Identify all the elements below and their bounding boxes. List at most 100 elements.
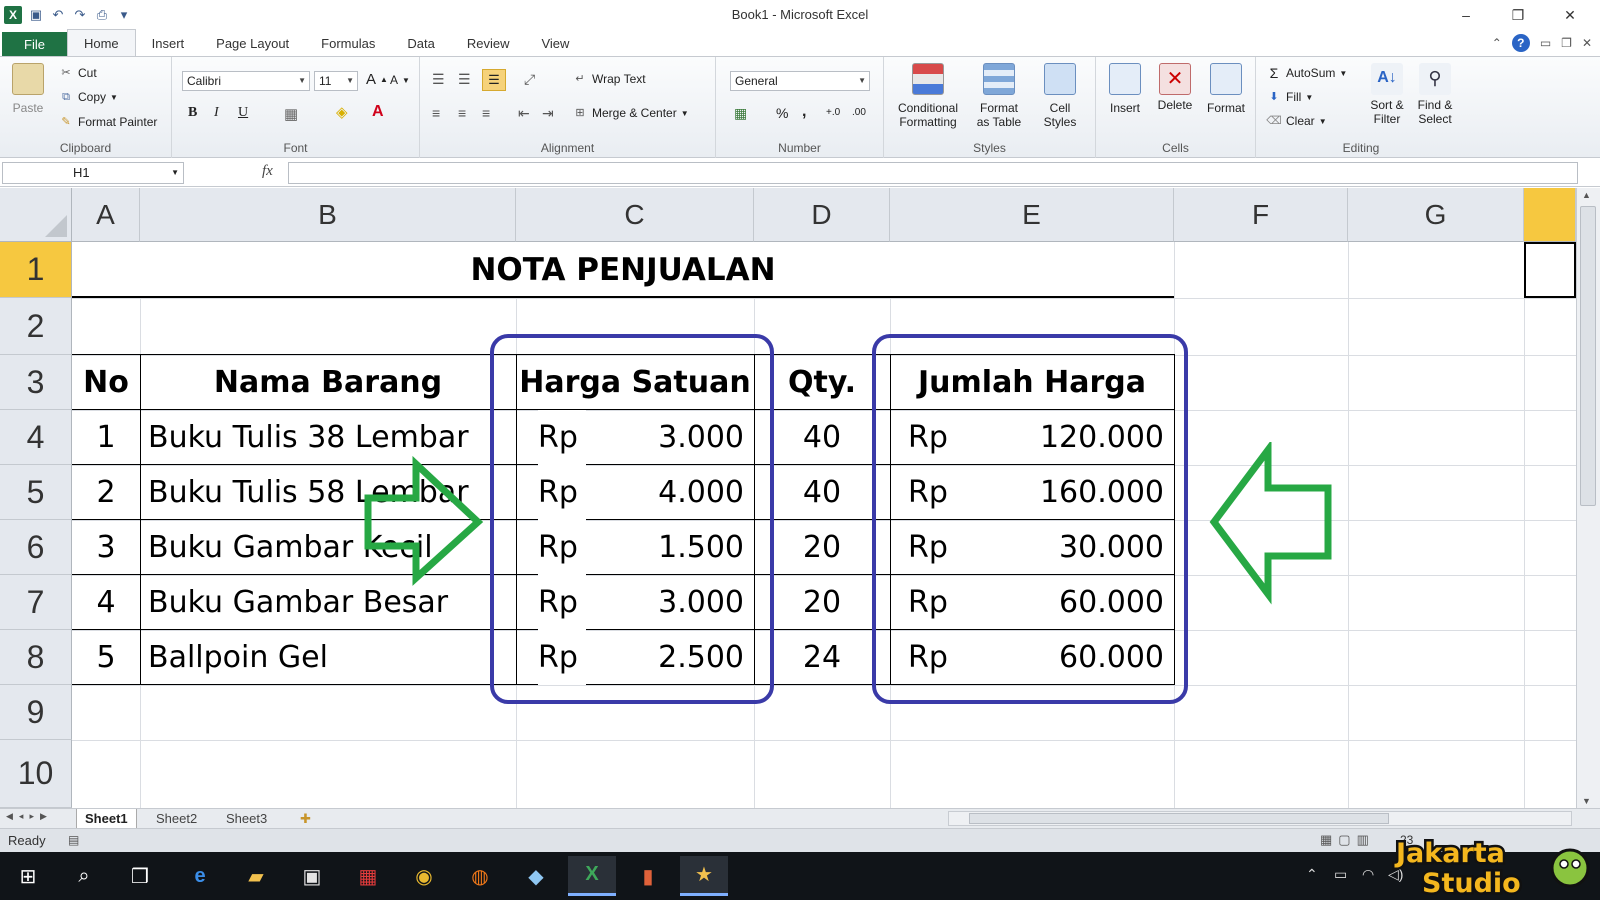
workbook-close-icon[interactable]: ✕ bbox=[1582, 36, 1592, 50]
find-select-button[interactable]: ⚲ Find & Select bbox=[1412, 63, 1458, 126]
formula-input[interactable] bbox=[288, 162, 1578, 184]
cell-no[interactable]: 4 bbox=[72, 575, 140, 630]
vertical-scrollbar[interactable]: ▲ ▼ bbox=[1576, 188, 1600, 808]
column-header-d[interactable]: D bbox=[754, 188, 890, 242]
column-header-e[interactable]: E bbox=[890, 188, 1174, 242]
row-header-9[interactable]: 9 bbox=[0, 685, 72, 740]
decrease-indent-icon[interactable]: ⇤ bbox=[518, 105, 530, 122]
notes-app-icon[interactable]: ◆ bbox=[512, 856, 560, 896]
horizontal-scrollbar[interactable] bbox=[948, 811, 1572, 826]
firefox-icon[interactable]: ◍ bbox=[456, 856, 504, 896]
macro-record-icon[interactable]: ▤ bbox=[68, 833, 79, 847]
align-right-icon[interactable]: ≡ bbox=[482, 105, 490, 121]
cell-qty[interactable]: 24 bbox=[754, 630, 890, 685]
cell-qty[interactable]: 40 bbox=[754, 465, 890, 520]
column-header-g[interactable]: G bbox=[1348, 188, 1524, 242]
tab-home[interactable]: Home bbox=[66, 29, 136, 56]
customize-toolbar-icon[interactable]: ▾ bbox=[116, 7, 132, 23]
excel-taskbar-icon[interactable]: X bbox=[568, 856, 616, 896]
row-header-8[interactable]: 8 bbox=[0, 630, 72, 685]
insert-cells-button[interactable]: Insert bbox=[1102, 63, 1148, 115]
paste-button[interactable]: Paste bbox=[8, 63, 48, 115]
powerpoint-taskbar-icon[interactable]: ▮ bbox=[624, 856, 672, 896]
column-header-c[interactable]: C bbox=[516, 188, 754, 242]
insert-function-icon[interactable]: fx bbox=[262, 163, 273, 180]
print-preview-icon[interactable]: ⎙ bbox=[94, 7, 110, 23]
tab-insert[interactable]: Insert bbox=[136, 30, 201, 56]
cell-no[interactable]: 3 bbox=[72, 520, 140, 575]
close-button[interactable]: ✕ bbox=[1544, 0, 1596, 30]
copy-button[interactable]: ⧉ Copy ▼ bbox=[58, 89, 118, 105]
restore-button[interactable]: ❐ bbox=[1492, 0, 1544, 30]
cell-nama-barang[interactable]: Ballpoin Gel bbox=[148, 630, 328, 685]
row-header-7[interactable]: 7 bbox=[0, 575, 72, 630]
tab-data[interactable]: Data bbox=[391, 30, 450, 56]
header-qty[interactable]: Qty. bbox=[754, 355, 890, 410]
sheet-nav-arrows-icon[interactable]: ◀◂▸▶ bbox=[6, 811, 53, 822]
save-icon[interactable]: ▣ bbox=[28, 7, 44, 23]
workbook-minimize-icon[interactable]: ▭ bbox=[1540, 36, 1551, 50]
select-all-corner[interactable] bbox=[0, 188, 72, 242]
header-no[interactable]: No bbox=[72, 355, 140, 410]
column-header-b[interactable]: B bbox=[140, 188, 516, 242]
vertical-scroll-thumb[interactable] bbox=[1580, 206, 1596, 506]
search-icon[interactable]: ⌕ bbox=[60, 856, 108, 896]
fill-color-icon[interactable]: ◈ bbox=[336, 103, 348, 121]
align-left-icon[interactable]: ≡ bbox=[432, 105, 440, 121]
conditional-formatting-button[interactable]: Conditional Formatting bbox=[890, 63, 966, 129]
active-cell-h1[interactable] bbox=[1524, 242, 1576, 298]
increase-indent-icon[interactable]: ⇥ bbox=[542, 105, 554, 122]
scroll-down-icon[interactable]: ▼ bbox=[1582, 796, 1591, 806]
sheet-tab-sheet1[interactable]: Sheet1 bbox=[76, 809, 137, 828]
fill-button[interactable]: ⬇ Fill ▼ bbox=[1266, 89, 1313, 105]
chrome-icon[interactable]: ◉ bbox=[400, 856, 448, 896]
bold-button[interactable]: B bbox=[188, 105, 197, 121]
tab-view[interactable]: View bbox=[525, 30, 585, 56]
format-cells-button[interactable]: Format bbox=[1202, 63, 1250, 115]
format-as-table-button[interactable]: Format as Table bbox=[968, 63, 1030, 129]
store-icon[interactable]: ▣ bbox=[288, 856, 336, 896]
view-mode-icons[interactable]: ▦▢▥ bbox=[1320, 832, 1375, 848]
cell-no[interactable]: 5 bbox=[72, 630, 140, 685]
minimize-button[interactable]: – bbox=[1440, 0, 1492, 30]
currency-icon[interactable]: ▦ bbox=[734, 105, 747, 122]
horizontal-scroll-thumb[interactable] bbox=[969, 813, 1389, 824]
row-header-10[interactable]: 10 bbox=[0, 740, 72, 808]
align-middle-icon[interactable]: ☰ bbox=[458, 71, 471, 88]
windows-start-icon[interactable]: ⊞ bbox=[4, 856, 52, 896]
column-header-h[interactable] bbox=[1524, 188, 1576, 242]
merge-center-button[interactable]: ⊞ Merge & Center ▼ bbox=[572, 105, 688, 121]
tab-page-layout[interactable]: Page Layout bbox=[200, 30, 305, 56]
cell-no[interactable]: 2 bbox=[72, 465, 140, 520]
media-app-icon[interactable]: ★ bbox=[680, 856, 728, 896]
task-view-icon[interactable]: ❒ bbox=[116, 856, 164, 896]
clear-button[interactable]: ⌫ Clear ▼ bbox=[1266, 113, 1326, 129]
sheet-title[interactable]: NOTA PENJUALAN bbox=[72, 242, 1174, 298]
row-header-2[interactable]: 2 bbox=[0, 298, 72, 355]
tab-file[interactable]: File bbox=[2, 32, 67, 56]
worksheet-grid[interactable]: A B C D E F G 1 2 3 4 5 6 7 8 9 10 NOTA … bbox=[0, 188, 1600, 808]
header-nama-barang[interactable]: Nama Barang bbox=[140, 355, 516, 410]
delete-cells-button[interactable]: ✕ Delete bbox=[1152, 63, 1198, 112]
name-box[interactable]: H1 ▼ bbox=[2, 162, 184, 184]
column-header-a[interactable]: A bbox=[72, 188, 140, 242]
autosum-button[interactable]: Σ AutoSum ▼ bbox=[1266, 65, 1348, 81]
number-format-select[interactable]: General ▼ bbox=[730, 71, 870, 91]
font-size-select[interactable]: 11 ▼ bbox=[314, 71, 358, 91]
copy-dropdown-icon[interactable]: ▼ bbox=[110, 93, 118, 102]
cut-button[interactable]: ✂ Cut bbox=[58, 65, 96, 81]
row-header-6[interactable]: 6 bbox=[0, 520, 72, 575]
shrink-font-button[interactable]: A ▼ bbox=[390, 73, 410, 87]
align-bottom-icon[interactable]: ☰ bbox=[482, 69, 506, 91]
grow-font-button[interactable]: A ▲ bbox=[366, 71, 388, 88]
underline-button[interactable]: U bbox=[238, 105, 248, 121]
insert-sheet-icon[interactable]: ✚ bbox=[292, 809, 319, 828]
font-color-icon[interactable]: A bbox=[372, 103, 384, 121]
help-icon[interactable]: ? bbox=[1511, 34, 1530, 52]
battery-icon[interactable]: ▭ bbox=[1334, 866, 1347, 883]
edge-browser-icon[interactable]: e bbox=[176, 856, 224, 896]
column-header-f[interactable]: F bbox=[1174, 188, 1348, 242]
borders-icon[interactable]: ▦ bbox=[284, 105, 298, 123]
cell-no[interactable]: 1 bbox=[72, 410, 140, 465]
gift-app-icon[interactable]: ▦ bbox=[344, 856, 392, 896]
